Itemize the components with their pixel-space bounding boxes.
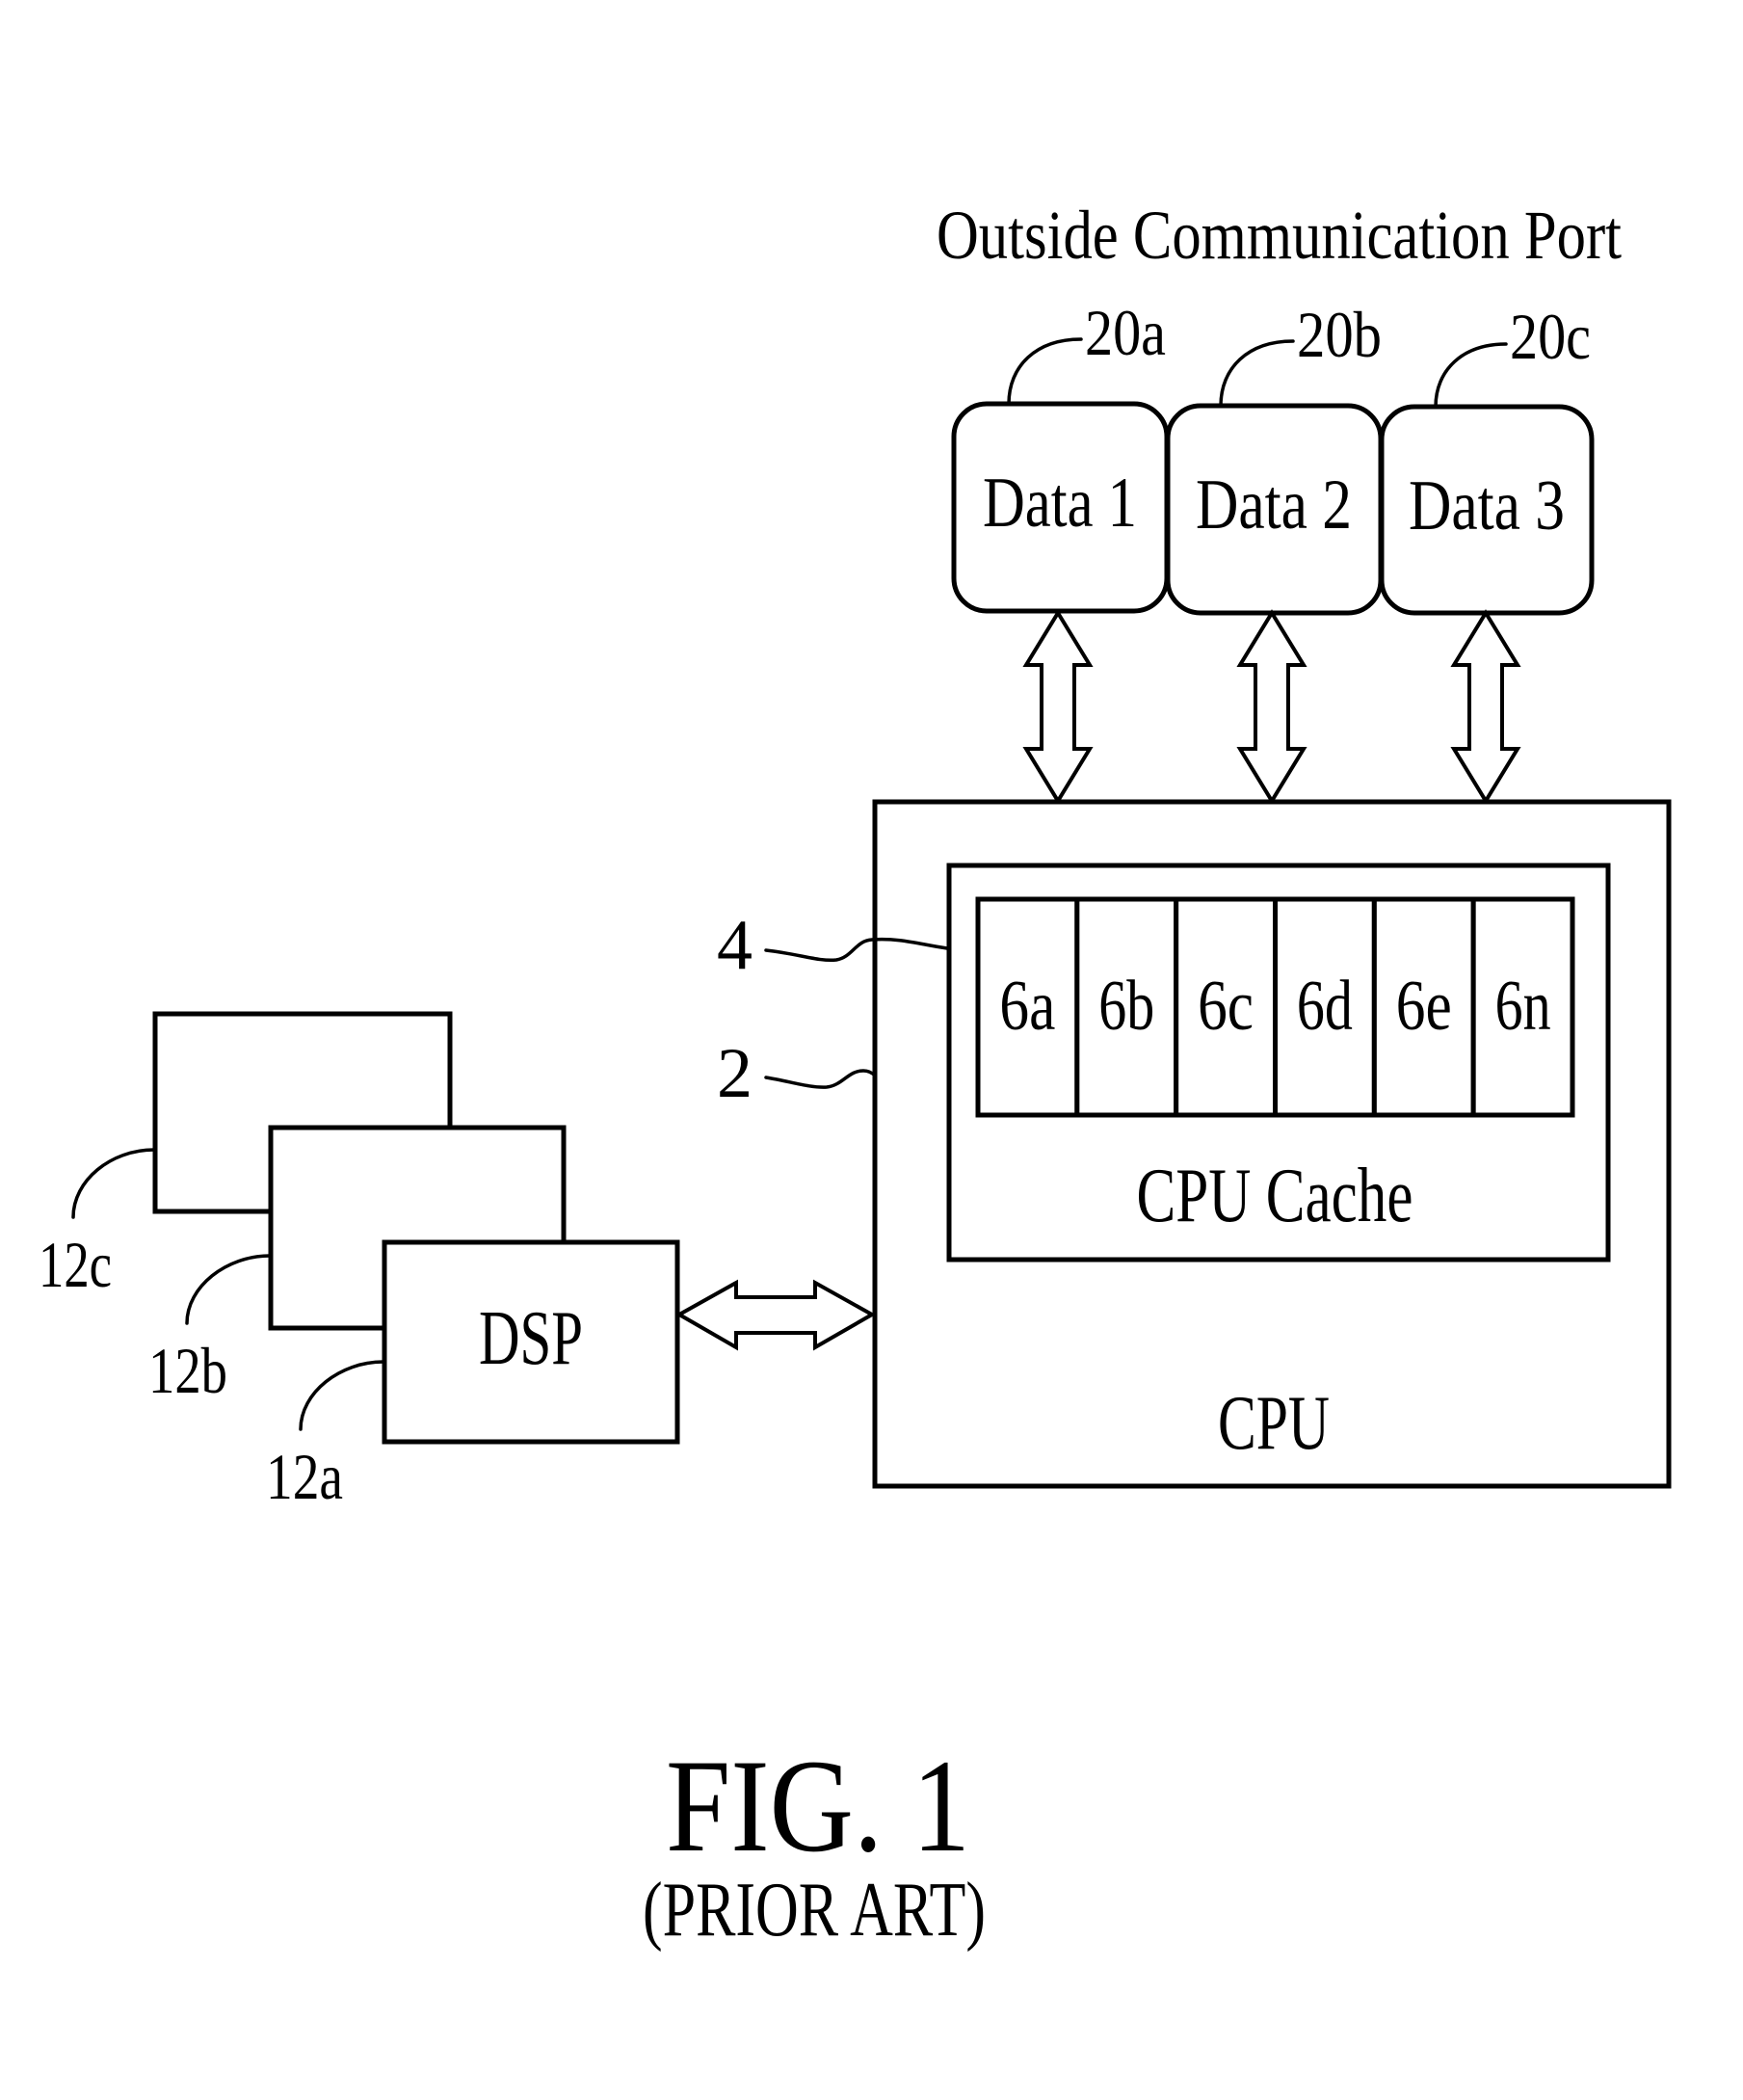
- data-block-label: Data 1: [983, 464, 1137, 543]
- double-arrow-20c: [1450, 609, 1521, 805]
- cache-line-6c: 6c: [1174, 896, 1278, 1118]
- ref-label-12a: 12a: [266, 1440, 343, 1513]
- dsp-cpu-double-arrow: [674, 1279, 877, 1351]
- leader-line-20a: [1007, 337, 1083, 406]
- cache-line-label: 6d: [1297, 967, 1353, 1046]
- data-block-3: Data 3: [1379, 404, 1595, 616]
- ref-label-20b: 20b: [1297, 298, 1382, 371]
- cache-line-6b: 6b: [1074, 896, 1179, 1118]
- double-arrow-20a: [1022, 609, 1094, 805]
- data-block-label: Data 3: [1409, 466, 1565, 545]
- ref-label-4: 4: [717, 906, 753, 985]
- data-block-label: Data 2: [1196, 465, 1352, 545]
- cache-line-label: 6n: [1495, 967, 1551, 1046]
- patent-figure: Outside Communication Port Data 1 Data 2…: [39, 197, 1672, 1953]
- cache-line-row: 6a 6b 6c 6d 6e 6n: [975, 896, 1575, 1118]
- cache-line-6n: 6n: [1470, 896, 1575, 1118]
- figure-title: FIG. 1: [666, 1732, 970, 1879]
- data-block-2: Data 2: [1165, 403, 1384, 616]
- double-arrow-20b: [1236, 609, 1307, 805]
- cache-line-label: 6b: [1098, 967, 1154, 1046]
- leader-line-12c: [71, 1148, 156, 1219]
- cache-line-6a: 6a: [975, 896, 1080, 1118]
- ref-label-12c: 12c: [39, 1228, 112, 1301]
- leader-line-20b: [1219, 339, 1295, 408]
- data-block-1: Data 1: [951, 401, 1170, 614]
- leader-line-2: [764, 1069, 877, 1089]
- ref-label-20c: 20c: [1510, 300, 1591, 373]
- cache-line-label: 6a: [999, 967, 1055, 1046]
- cache-line-label: 6c: [1198, 967, 1254, 1046]
- cpu-label: CPU: [1218, 1381, 1330, 1466]
- ref-label-2: 2: [717, 1034, 753, 1113]
- ref-label-20a: 20a: [1085, 296, 1166, 369]
- leader-line-20c: [1434, 342, 1508, 409]
- ref-label-12b: 12b: [148, 1334, 227, 1407]
- cache-line-6d: 6d: [1273, 896, 1377, 1118]
- leader-line-12b: [185, 1254, 272, 1325]
- dsp-label: DSP: [479, 1296, 583, 1381]
- outside-port-heading: Outside Communication Port: [937, 197, 1622, 274]
- leader-line-12a: [299, 1360, 385, 1431]
- cache-line-label: 6e: [1396, 967, 1452, 1046]
- cache-line-6e: 6e: [1371, 896, 1476, 1118]
- cpu-cache-label: CPU Cache: [1137, 1154, 1413, 1238]
- figure-subtitle: (PRIOR ART): [643, 1868, 986, 1953]
